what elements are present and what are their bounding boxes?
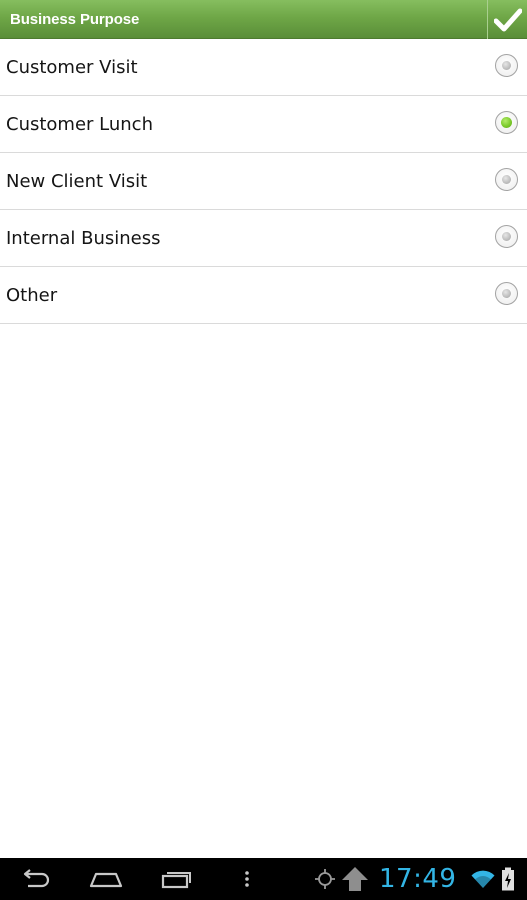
radio-dot bbox=[502, 175, 511, 184]
back-button[interactable] bbox=[18, 858, 54, 900]
battery-charging-icon bbox=[502, 867, 514, 891]
page-title: Business Purpose bbox=[10, 11, 140, 28]
back-icon bbox=[23, 869, 50, 888]
option-new-client-visit[interactable]: New Client Visit bbox=[0, 153, 527, 210]
radio-dot bbox=[502, 232, 511, 241]
confirm-button[interactable] bbox=[487, 0, 527, 39]
checkmark-icon bbox=[493, 8, 522, 31]
radio-button[interactable] bbox=[495, 168, 518, 191]
option-customer-lunch[interactable]: Customer Lunch bbox=[0, 96, 527, 153]
upload-status bbox=[340, 858, 370, 900]
option-internal-business[interactable]: Internal Business bbox=[0, 210, 527, 267]
radio-button[interactable] bbox=[495, 225, 518, 248]
gps-icon bbox=[315, 869, 335, 889]
wifi-icon bbox=[471, 870, 495, 888]
option-other[interactable]: Other bbox=[0, 267, 527, 324]
radio-button[interactable] bbox=[495, 54, 518, 77]
option-customer-visit[interactable]: Customer Visit bbox=[0, 39, 527, 96]
home-icon bbox=[89, 872, 123, 888]
radio-dot bbox=[502, 61, 511, 70]
app-screen: Business Purpose Customer Visit Customer… bbox=[0, 0, 527, 900]
recent-apps-button[interactable] bbox=[158, 858, 194, 900]
radio-button[interactable] bbox=[495, 282, 518, 305]
option-label: New Client Visit bbox=[6, 171, 148, 192]
option-label: Customer Lunch bbox=[6, 114, 153, 135]
radio-button-selected[interactable] bbox=[495, 111, 518, 134]
battery-status bbox=[498, 858, 518, 900]
clock: 17:49 bbox=[379, 864, 457, 894]
option-label: Other bbox=[6, 285, 58, 306]
option-label: Customer Visit bbox=[6, 57, 138, 78]
gps-status bbox=[312, 858, 338, 900]
wifi-status bbox=[470, 858, 496, 900]
option-label: Internal Business bbox=[6, 228, 161, 249]
radio-dot bbox=[502, 289, 511, 298]
header-bar: Business Purpose bbox=[0, 0, 527, 39]
menu-icon bbox=[245, 871, 249, 887]
upload-icon bbox=[342, 867, 368, 891]
business-purpose-list: Customer Visit Customer Lunch New Client… bbox=[0, 39, 527, 324]
recent-apps-icon bbox=[161, 872, 191, 889]
home-button[interactable] bbox=[86, 858, 126, 900]
radio-dot bbox=[501, 117, 512, 128]
system-navigation-bar: 17:49 bbox=[0, 858, 527, 900]
menu-button[interactable] bbox=[238, 858, 256, 900]
